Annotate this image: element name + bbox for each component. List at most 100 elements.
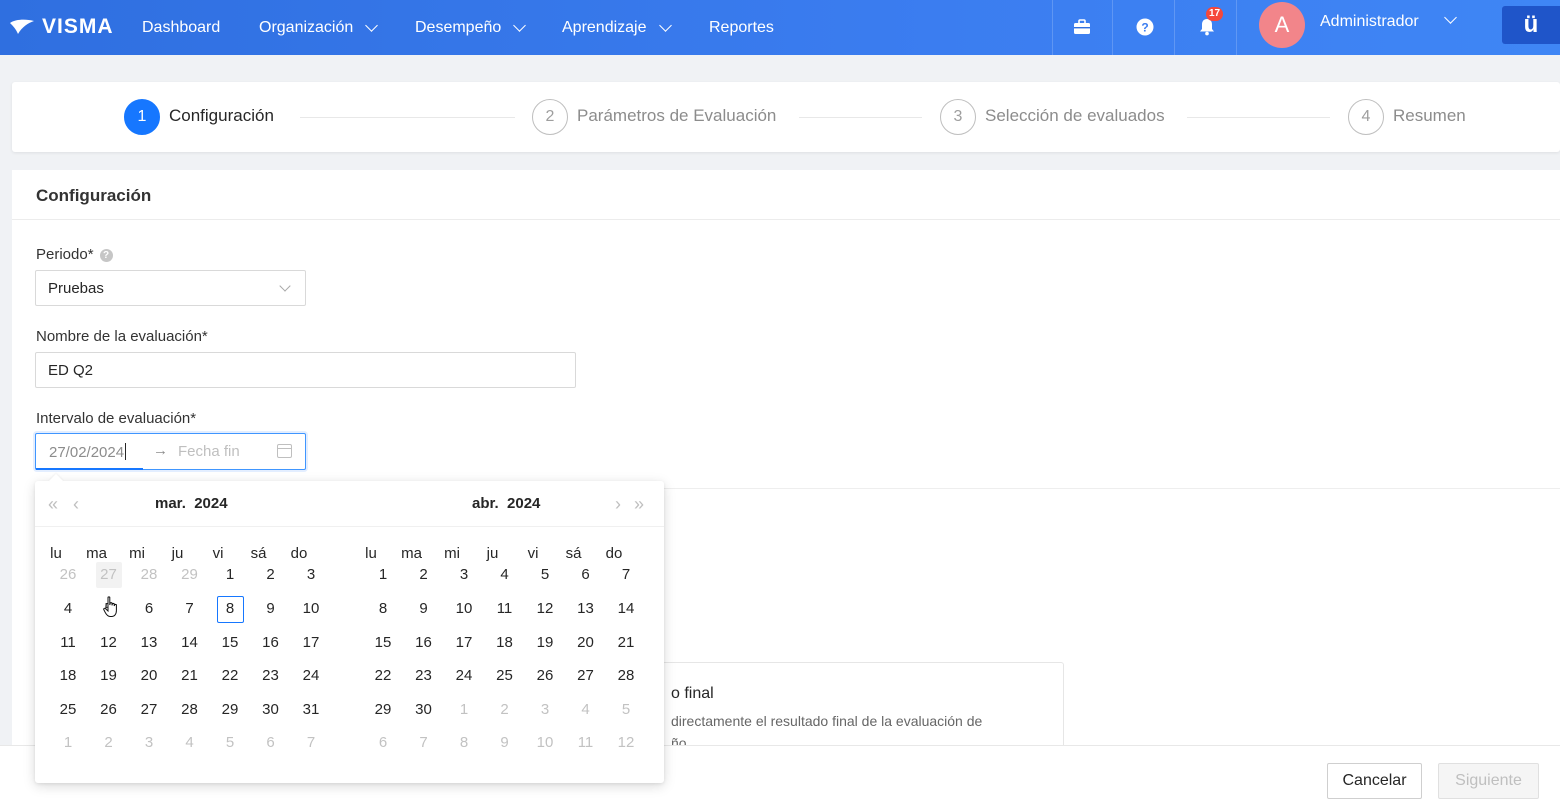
calendar-day-cell[interactable]: 2	[251, 561, 291, 589]
calendar-day-cell[interactable]: 21	[170, 662, 210, 690]
calendar-day-cell[interactable]: 27	[566, 662, 606, 690]
calendar-day-cell[interactable]: 25	[485, 662, 525, 690]
end-date-input[interactable]: Fecha fin	[178, 443, 240, 460]
calendar-day-cell[interactable]: 3	[291, 561, 331, 589]
period-select[interactable]: Pruebas	[35, 270, 306, 306]
calendar-day-cell[interactable]: 22	[363, 662, 403, 690]
nav-dashboard[interactable]: Dashboard	[142, 0, 220, 55]
calendar-day-cell[interactable]: 13	[566, 595, 606, 623]
briefcase-icon[interactable]	[1069, 14, 1095, 40]
calendar-day-cell[interactable]: 11	[566, 729, 606, 757]
calendar-day-cell[interactable]: 2	[89, 729, 129, 757]
calendar-day-cell[interactable]: 26	[48, 561, 88, 589]
calendar-day-cell[interactable]: 9	[251, 595, 291, 623]
calendar-day-cell[interactable]: 16	[251, 629, 291, 657]
cancel-button[interactable]: Cancelar	[1327, 763, 1422, 799]
calendar-day-cell[interactable]: 5	[606, 696, 646, 724]
calendar-day-cell[interactable]: 28	[129, 561, 169, 589]
calendar-day-cell[interactable]: 1	[363, 561, 403, 589]
calendar-day-cell[interactable]: 9	[404, 595, 444, 623]
calendar-day-cell[interactable]: 6	[251, 729, 291, 757]
calendar-day-cell[interactable]: 18	[485, 629, 525, 657]
calendar-day-cell[interactable]: 19	[89, 662, 129, 690]
calendar-day-cell[interactable]: 10	[291, 595, 331, 623]
calendar-day-cell[interactable]: 28	[606, 662, 646, 690]
calendar-day-cell[interactable]: 19	[525, 629, 565, 657]
calendar-day-cell[interactable]: 3	[129, 729, 169, 757]
next-button[interactable]: Siguiente	[1438, 763, 1539, 799]
calendar-day-cell[interactable]: 14	[606, 595, 646, 623]
calendar-day-cell[interactable]: 24	[444, 662, 484, 690]
calendar-day-cell[interactable]: 30	[251, 696, 291, 724]
bell-icon[interactable]: 17	[1194, 7, 1224, 40]
calendar-day-cell[interactable]: 26	[525, 662, 565, 690]
start-date-input[interactable]: 27/02/2024	[49, 443, 127, 461]
calendar-day-cell[interactable]: 16	[404, 629, 444, 657]
calendar-day-cell[interactable]: 15	[210, 629, 250, 657]
calendar-day-cell[interactable]: 7	[291, 729, 331, 757]
calendar-day-cell[interactable]: 1	[444, 696, 484, 724]
calendar-day-cell[interactable]: 29	[363, 696, 403, 724]
calendar-day-cell[interactable]: 9	[485, 729, 525, 757]
evaluation-name-input[interactable]: ED Q2	[35, 352, 576, 388]
calendar-day-cell[interactable]: 27	[89, 561, 129, 589]
calendar-day-cell[interactable]: 22	[210, 662, 250, 690]
calendar-day-cell[interactable]: 12	[606, 729, 646, 757]
calendar-day-cell[interactable]: 5	[210, 729, 250, 757]
calendar-day-cell[interactable]: 29	[170, 561, 210, 589]
calendar-day-cell[interactable]: 15	[363, 629, 403, 657]
nav-desempeno[interactable]: Desempeño	[415, 0, 527, 55]
calendar-day-cell[interactable]: 14	[170, 629, 210, 657]
calendar-day-cell[interactable]: 10	[444, 595, 484, 623]
calendar-day-cell[interactable]: 12	[89, 629, 129, 657]
calendar-day-cell[interactable]: 17	[291, 629, 331, 657]
calendar-day-cell[interactable]: 6	[566, 561, 606, 589]
calendar-day-cell[interactable]: 1	[210, 561, 250, 589]
calendar-day-cell[interactable]: 3	[444, 561, 484, 589]
calendar-day-cell[interactable]: 10	[525, 729, 565, 757]
calendar-day-cell[interactable]: 12	[525, 595, 565, 623]
nav-reportes[interactable]: Reportes	[709, 0, 774, 55]
calendar-day-cell[interactable]: 5	[525, 561, 565, 589]
calendar-day-cell[interactable]: 11	[48, 629, 88, 657]
calendar-day-cell[interactable]: 8	[444, 729, 484, 757]
help-icon[interactable]: ?	[1132, 14, 1158, 40]
calendar-day-cell[interactable]: 21	[606, 629, 646, 657]
calendar-day-cell[interactable]: 4	[485, 561, 525, 589]
app-switcher-button[interactable]: ü	[1502, 6, 1560, 44]
date-range-picker[interactable]: 27/02/2024 → Fecha fin	[35, 433, 306, 470]
calendar-day-cell[interactable]: 18	[48, 662, 88, 690]
calendar-day-cell[interactable]: 13	[129, 629, 169, 657]
calendar-day-cell[interactable]: 2	[404, 561, 444, 589]
calendar-day-cell[interactable]: 8	[363, 595, 403, 623]
calendar-day-cell[interactable]: 23	[404, 662, 444, 690]
calendar-day-cell[interactable]: 20	[129, 662, 169, 690]
calendar-day-cell[interactable]: 8	[210, 595, 250, 623]
calendar-day-cell[interactable]: 2	[485, 696, 525, 724]
calendar-day-cell[interactable]: 4	[566, 696, 606, 724]
calendar-day-cell[interactable]: 7	[606, 561, 646, 589]
calendar-day-cell[interactable]: 3	[525, 696, 565, 724]
calendar-day-cell[interactable]: 27	[129, 696, 169, 724]
visma-logo[interactable]: VISMA	[8, 12, 114, 42]
calendar-day-cell[interactable]: 6	[363, 729, 403, 757]
calendar-day-cell[interactable]: 7	[170, 595, 210, 623]
help-icon[interactable]: ?	[99, 249, 113, 262]
chevron-down-icon[interactable]	[1444, 11, 1457, 24]
calendar-day-cell[interactable]: 6	[129, 595, 169, 623]
calendar-day-cell[interactable]: 7	[404, 729, 444, 757]
calendar-day-cell[interactable]: 24	[291, 662, 331, 690]
calendar-day-cell[interactable]: 25	[48, 696, 88, 724]
calendar-day-cell[interactable]: 31	[291, 696, 331, 724]
calendar-day-cell[interactable]: 23	[251, 662, 291, 690]
calendar-day-cell[interactable]: 4	[48, 595, 88, 623]
avatar[interactable]: A	[1259, 2, 1305, 48]
user-menu[interactable]: Administrador	[1320, 13, 1419, 31]
calendar-day-cell[interactable]: 29	[210, 696, 250, 724]
nav-organizacion[interactable]: Organización	[259, 0, 379, 55]
calendar-day-cell[interactable]: 1	[48, 729, 88, 757]
calendar-day-cell[interactable]: 30	[404, 696, 444, 724]
calendar-day-cell[interactable]: 26	[89, 696, 129, 724]
calendar-day-cell[interactable]: 17	[444, 629, 484, 657]
calendar-day-cell[interactable]: 11	[485, 595, 525, 623]
